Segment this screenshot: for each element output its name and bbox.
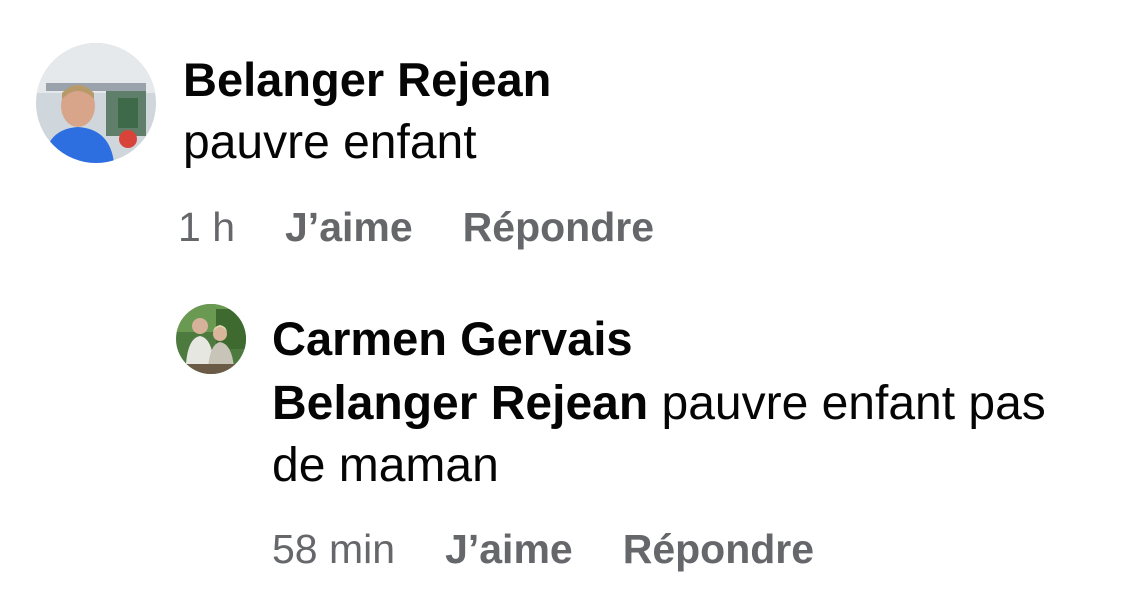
avatar[interactable] xyxy=(36,43,156,163)
comment-timestamp[interactable]: 58 min xyxy=(272,526,395,573)
mention-link[interactable]: Belanger Rejean xyxy=(272,377,648,430)
comment-author[interactable]: Belanger Rejean xyxy=(183,52,551,107)
reply-button[interactable]: Répondre xyxy=(463,204,654,251)
like-button[interactable]: J’aime xyxy=(285,204,413,251)
comment-text: pauvre enfant xyxy=(183,116,477,169)
comment-timestamp[interactable]: 1 h xyxy=(178,204,235,251)
reply-button[interactable]: Répondre xyxy=(623,526,814,573)
avatar[interactable] xyxy=(176,304,246,374)
comment-actions: 58 min J’aime Répondre xyxy=(272,526,814,573)
comment-actions: 1 h J’aime Répondre xyxy=(178,204,654,251)
like-button[interactable]: J’aime xyxy=(445,526,573,573)
comment-text: Belanger Rejean pauvre enfant pas de mam… xyxy=(272,373,1072,497)
comment-author[interactable]: Carmen Gervais xyxy=(272,311,633,366)
